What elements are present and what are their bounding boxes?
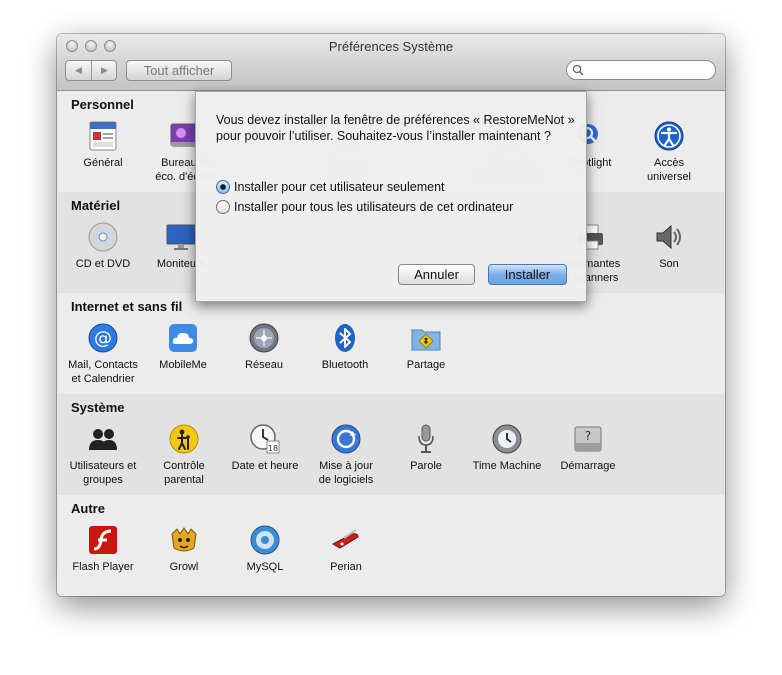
pane-label: Flash Player: [72, 561, 134, 573]
cancel-button[interactable]: Annuler: [398, 264, 475, 285]
pane-label: Mail, Contacts et Calendrier: [68, 359, 138, 385]
radio-button-selected[interactable]: [216, 180, 230, 194]
forward-button[interactable]: ▶: [92, 61, 117, 80]
show-all-button[interactable]: Tout afficher: [126, 60, 232, 81]
mysql-icon: [248, 523, 282, 557]
pane-label: Réseau: [245, 359, 283, 371]
section-title: Personnel: [71, 97, 134, 112]
pane-flash-player[interactable]: Flash Player: [61, 523, 145, 574]
pane-date-time[interactable]: 18 Date et heure: [223, 422, 307, 473]
pane-label: Général: [83, 157, 123, 169]
window-title: Préférences Système: [328, 39, 454, 54]
pane-label: MobileMe: [159, 359, 207, 371]
search-field[interactable]: [566, 60, 716, 80]
time-machine-icon: [490, 422, 524, 456]
back-button[interactable]: ◀: [66, 61, 91, 80]
section-title: Internet et sans fil: [71, 299, 183, 314]
svg-text:18: 18: [268, 444, 278, 453]
pane-label: Time Machine: [472, 460, 542, 472]
section-systeme: Système Utilisateurs et groupes Contrôle p…: [57, 394, 725, 495]
sharing-icon: [409, 321, 443, 355]
mobileme-icon: [166, 321, 200, 355]
pane-mysql[interactable]: MySQL: [223, 523, 307, 574]
pane-parental[interactable]: Contrôle parental: [142, 422, 226, 487]
pane-software-update[interactable]: Mise à jour de logiciels: [304, 422, 388, 487]
pane-users[interactable]: Utilisateurs et groupes: [61, 422, 145, 487]
section-title: Autre: [71, 501, 105, 516]
general-icon: [86, 119, 120, 153]
pane-universal-access[interactable]: Accès universel: [627, 119, 711, 184]
pane-label: Son: [659, 258, 679, 270]
section-autre: Autre Flash Player Growl MySQL Perian: [57, 495, 725, 596]
pane-network[interactable]: Réseau: [222, 321, 306, 372]
bluetooth-icon: [328, 321, 362, 355]
pane-label: Contrôle parental: [163, 460, 205, 486]
pane-speech[interactable]: Parole: [384, 422, 468, 473]
parental-icon: [167, 422, 201, 456]
section-title: Matériel: [71, 198, 121, 213]
universal-access-icon: [652, 119, 686, 153]
pane-general[interactable]: Général: [61, 119, 145, 170]
pane-sound[interactable]: Son: [627, 220, 711, 271]
flash-icon: [86, 523, 120, 557]
pane-label: Growl: [169, 561, 199, 573]
pane-label: Parole: [410, 460, 442, 472]
software-update-icon: [329, 422, 363, 456]
pane-label: Accès universel: [646, 157, 692, 183]
date-time-icon: 18: [248, 422, 282, 456]
startup-disk-icon: ?: [571, 422, 605, 456]
radio-label: Installer pour tous les utilisateurs de …: [234, 200, 514, 214]
sound-icon: [652, 220, 686, 254]
speech-icon: [409, 422, 443, 456]
pane-sharing[interactable]: Partage: [384, 321, 468, 372]
pane-label: Mise à jour de logiciels: [318, 460, 374, 486]
svg-text:@: @: [94, 328, 112, 349]
pane-label: Bluetooth: [321, 359, 369, 371]
perian-icon: [329, 523, 363, 557]
pane-mobileme[interactable]: MobileMe: [141, 321, 225, 372]
svg-text:?: ?: [585, 429, 591, 443]
install-sheet: Vous devez installer la fenêtre de préfé…: [195, 91, 587, 302]
pane-time-machine[interactable]: Time Machine: [465, 422, 549, 473]
chevron-left-icon: ◀: [75, 65, 82, 75]
cd-dvd-icon: [86, 220, 120, 254]
pane-cd-dvd[interactable]: CD et DVD: [61, 220, 145, 271]
pane-label: Démarrage: [560, 460, 616, 472]
pane-label: Date et heure: [231, 460, 299, 472]
pane-perian[interactable]: Perian: [304, 523, 388, 574]
section-title: Système: [71, 400, 125, 415]
pane-label: MySQL: [246, 561, 284, 573]
dialog-message: Vous devez installer la fenêtre de préfé…: [216, 113, 575, 143]
growl-icon: [167, 523, 201, 557]
pane-mail[interactable]: @ Mail, Contacts et Calendrier: [61, 321, 145, 386]
search-icon: [572, 64, 584, 76]
install-button[interactable]: Installer: [488, 264, 567, 285]
radio-label: Installer pour cet utilisateur seulement: [234, 180, 445, 194]
pane-startup-disk[interactable]: ? Démarrage: [546, 422, 630, 473]
radio-button[interactable]: [216, 200, 230, 214]
section-internet: Internet et sans fil @ Mail, Contacts et …: [57, 293, 725, 394]
pane-label: Partage: [406, 359, 446, 371]
pane-growl[interactable]: Growl: [142, 523, 226, 574]
back-forward-control: ◀ ▶: [65, 60, 117, 81]
chevron-right-icon: ▶: [101, 65, 108, 75]
displays-icon: [164, 220, 198, 254]
mail-icon: @: [86, 321, 120, 355]
title-bar: Préférences Système ◀ ▶ Tout afficher: [57, 34, 725, 91]
network-icon: [247, 321, 281, 355]
pane-bluetooth[interactable]: Bluetooth: [303, 321, 387, 372]
pane-label: CD et DVD: [75, 258, 131, 270]
pane-label: Perian: [330, 561, 362, 573]
pane-label: Utilisateurs et groupes: [69, 460, 137, 486]
users-icon: [86, 422, 120, 456]
